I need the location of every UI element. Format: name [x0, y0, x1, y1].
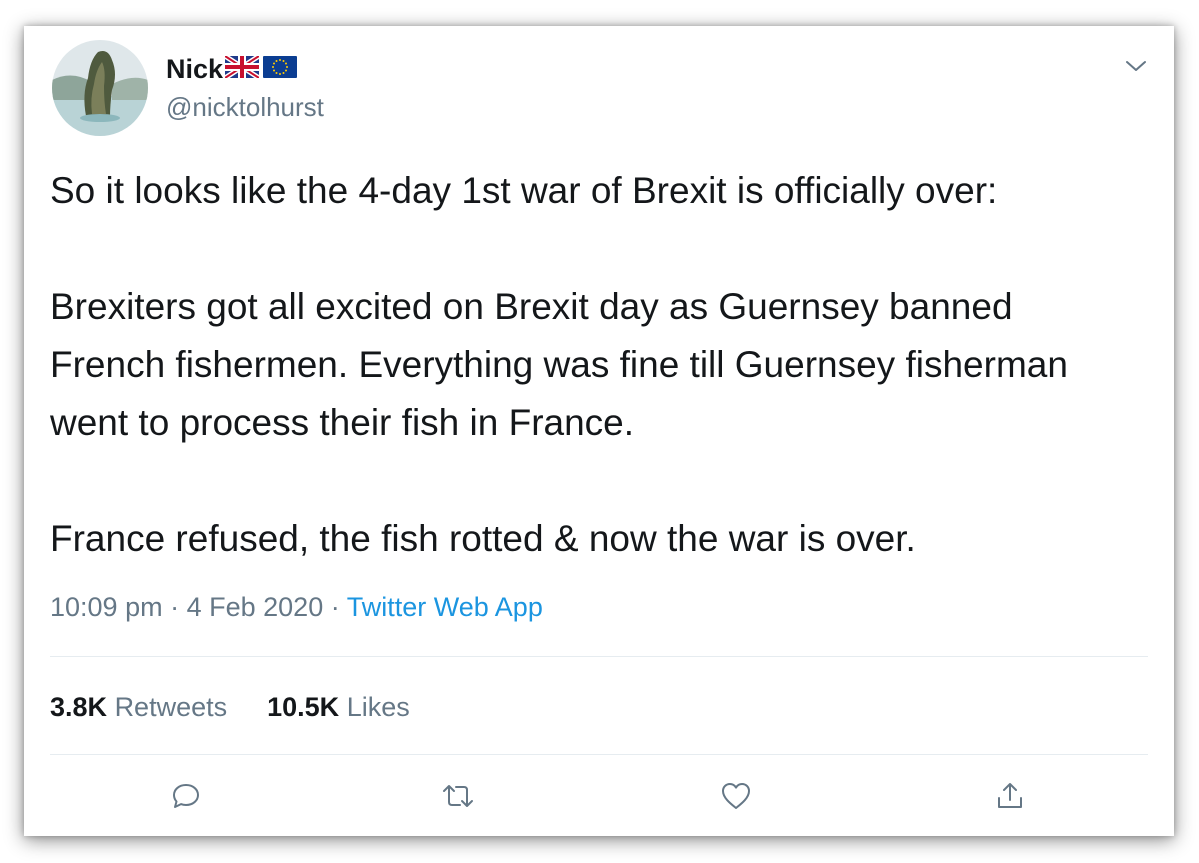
reply-button[interactable] [166, 778, 206, 818]
tweet-meta: 10:09 pm · 4 Feb 2020 · Twitter Web App [50, 590, 543, 624]
uk-flag-icon [223, 53, 261, 83]
tweet-card: Nick @nicktolhurst So it looks like the … [24, 26, 1174, 836]
reply-icon [170, 780, 202, 817]
likes-stat[interactable]: 10.5K Likes [267, 690, 410, 724]
avatar[interactable] [52, 40, 148, 136]
action-bar [24, 778, 1174, 822]
retweet-icon [441, 780, 475, 817]
meta-separator: · [170, 592, 180, 622]
meta-separator: · [330, 592, 340, 622]
tweet-paragraph: France refused, the fish rotted & now th… [50, 518, 916, 559]
share-icon [994, 780, 1026, 817]
tweet-paragraph: So it looks like the 4-day 1st war of Br… [50, 170, 998, 211]
display-name[interactable]: Nick [166, 54, 223, 84]
share-button[interactable] [990, 778, 1030, 818]
tweet-stats: 3.8K Retweets 10.5K Likes [50, 690, 450, 724]
retweets-label: Retweets [114, 692, 228, 722]
tweet-text: So it looks like the 4-day 1st war of Br… [50, 162, 1160, 568]
eu-flag-icon [263, 55, 298, 83]
tweet-date[interactable]: 4 Feb 2020 [187, 592, 324, 622]
tweet-paragraph: Brexiters got all excited on Brexit day … [50, 286, 1068, 443]
likes-label: Likes [346, 692, 410, 722]
tweet-time[interactable]: 10:09 pm [50, 592, 163, 622]
like-button[interactable] [716, 778, 756, 818]
retweet-button[interactable] [438, 778, 478, 818]
page: Nick @nicktolhurst So it looks like the … [0, 0, 1199, 863]
chevron-down-icon[interactable] [1124, 54, 1148, 78]
user-handle[interactable]: @nicktolhurst [166, 92, 324, 122]
name-row: Nick [166, 53, 298, 84]
retweets-stat[interactable]: 3.8K Retweets [50, 690, 227, 724]
tweet-source-link[interactable]: Twitter Web App [347, 592, 543, 622]
divider [50, 656, 1148, 657]
likes-count: 10.5K [267, 692, 340, 722]
retweets-count: 3.8K [50, 692, 108, 722]
divider [50, 754, 1148, 755]
heart-icon [719, 780, 753, 817]
